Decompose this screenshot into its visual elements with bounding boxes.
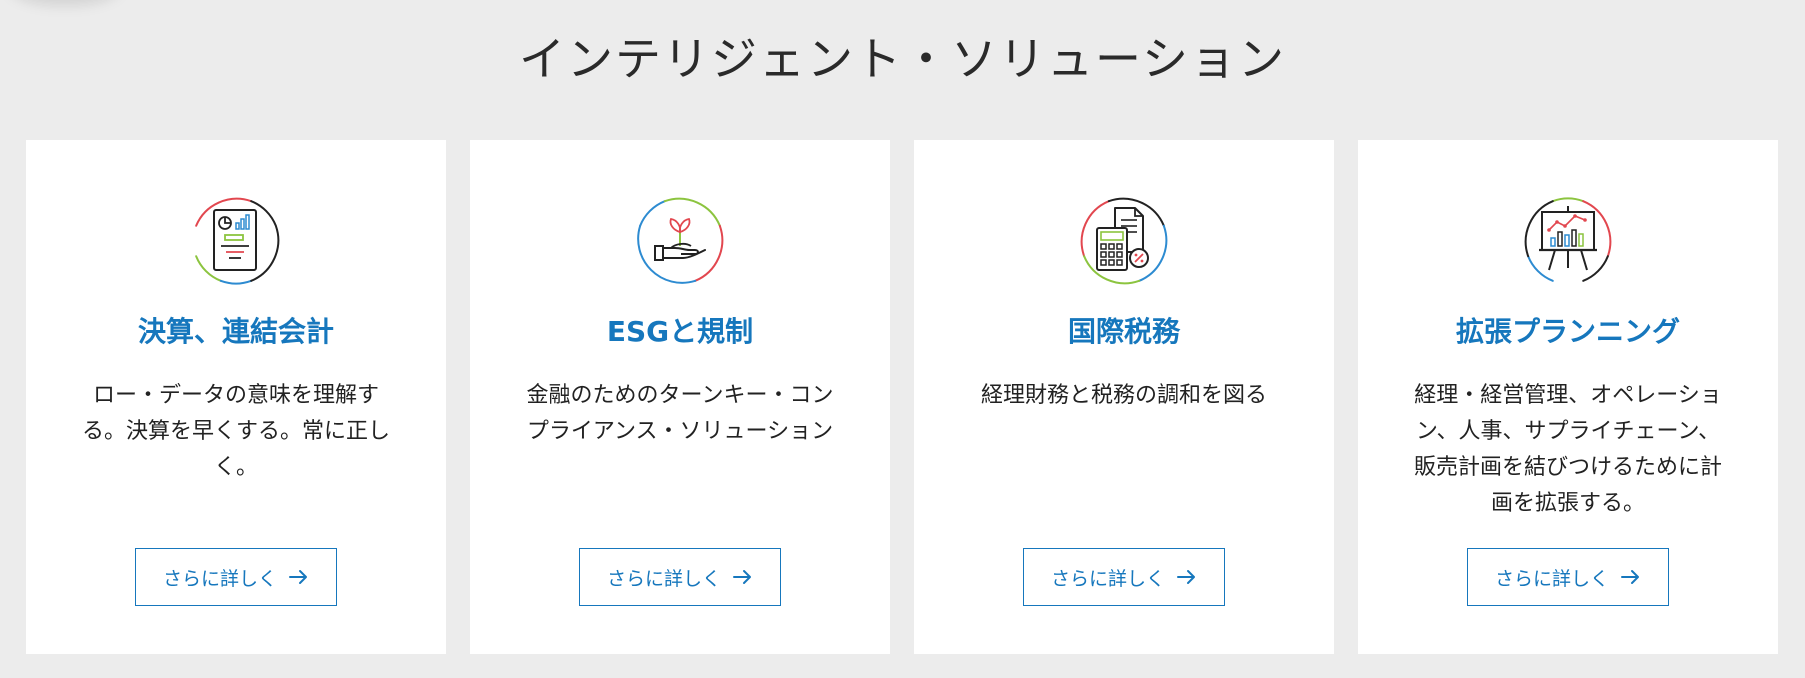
learn-more-button[interactable]: さらに詳しく [135, 548, 337, 606]
card-description: 金融のためのターンキー・コンプライアンス・ソリューション [526, 383, 834, 444]
arrow-right-icon [289, 570, 307, 584]
learn-more-button[interactable]: さらに詳しく [579, 548, 781, 606]
corner-shadow [10, 0, 120, 6]
solutions-cards: 決算、連結会計 ロー・データの意味を理解する。決算を早くする。常に正しく。 さら… [26, 140, 1778, 654]
calculator-document-icon [1069, 186, 1179, 296]
card-title: 決算、連結会計 [137, 315, 334, 348]
card-title: 拡張プランニング [1455, 315, 1680, 348]
card-description: 経理財務と税務の調和を図る [980, 383, 1267, 408]
card-description: ロー・データの意味を理解する。決算を早くする。常に正しく。 [81, 383, 390, 480]
report-chart-icon [181, 186, 291, 296]
card-title: ESGと規制 [606, 315, 754, 348]
solution-card-international-tax: 国際税務 経理財務と税務の調和を図る さらに詳しく [914, 140, 1334, 654]
solution-card-esg-regulatory: ESGと規制 金融のためのターンキー・コンプライアンス・ソリューション さらに詳… [470, 140, 890, 654]
solution-card-close-consolidation: 決算、連結会計 ロー・データの意味を理解する。決算を早くする。常に正しく。 さら… [26, 140, 446, 654]
learn-more-label: さらに詳しく [606, 567, 721, 590]
arrow-right-icon [1177, 570, 1195, 584]
arrow-right-icon [733, 570, 751, 584]
learn-more-button[interactable]: さらに詳しく [1467, 548, 1669, 606]
card-title: 国際税務 [1067, 315, 1180, 348]
learn-more-label: さらに詳しく [1494, 567, 1609, 590]
solution-card-extended-planning: 拡張プランニング 経理・経営管理、オペレーション、人事、サプライチェーン、販売計… [1358, 140, 1778, 654]
learn-more-button[interactable]: さらに詳しく [1023, 548, 1225, 606]
learn-more-label: さらに詳しく [1050, 567, 1165, 590]
sprout-hand-icon [625, 186, 735, 296]
card-description: 経理・経営管理、オペレーション、人事、サプライチェーン、販売計画を結びつけるため… [1413, 383, 1722, 516]
arrow-right-icon [1621, 570, 1639, 584]
presentation-board-icon [1513, 186, 1623, 296]
section-title: インテリジェント・ソリューション [518, 31, 1287, 86]
learn-more-label: さらに詳しく [162, 567, 277, 590]
